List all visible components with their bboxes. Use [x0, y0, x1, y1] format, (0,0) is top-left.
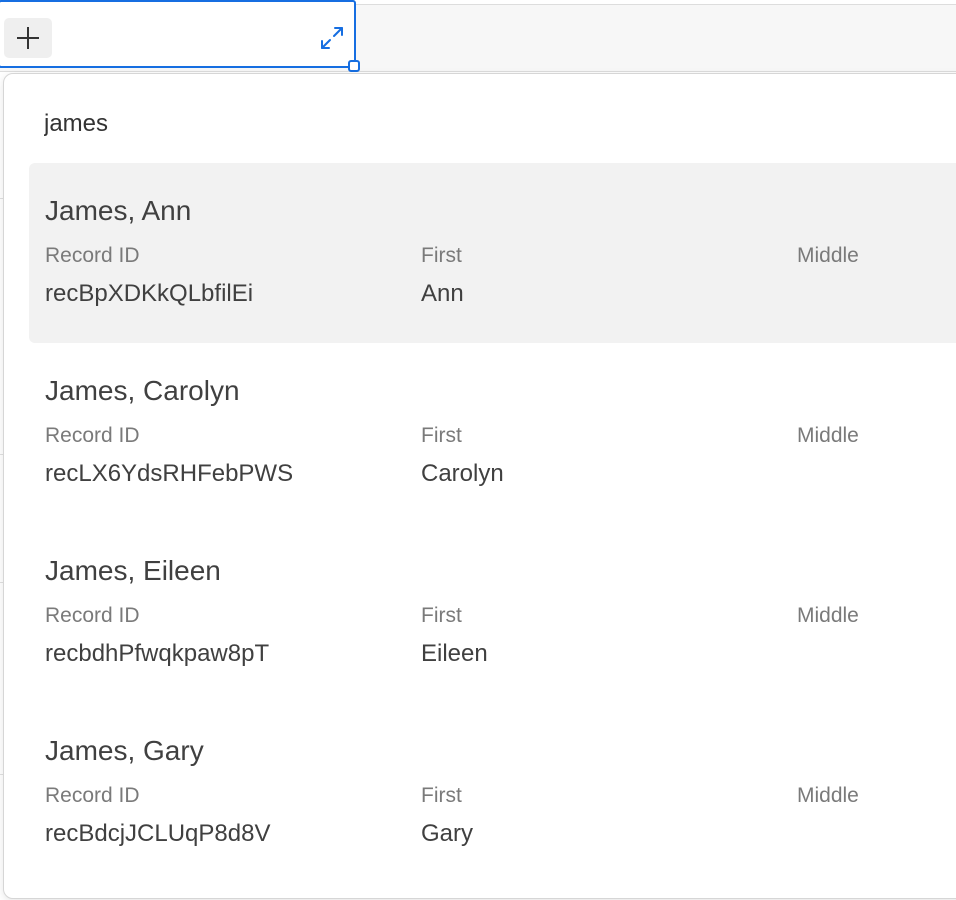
- search-result-item[interactable]: James, Eileen Record ID First Middle rec…: [29, 523, 956, 703]
- expand-arrows-icon: [321, 27, 343, 49]
- search-results-list: James, Ann Record ID First Middle recBpX…: [29, 163, 956, 883]
- first-label: First: [421, 244, 462, 267]
- add-record-button[interactable]: [4, 18, 52, 58]
- first-value: Eileen: [421, 640, 488, 667]
- middle-label: Middle: [797, 424, 859, 447]
- first-label: First: [421, 424, 462, 447]
- middle-label: Middle: [797, 784, 859, 807]
- record-search-input[interactable]: [44, 106, 924, 142]
- middle-label: Middle: [797, 244, 859, 267]
- screen: James, Ann Record ID First Middle recBpX…: [0, 0, 956, 900]
- record-search-dropdown: James, Ann Record ID First Middle recBpX…: [3, 73, 956, 899]
- record-id-value: recBdcjJCLUqP8d8V: [45, 820, 271, 847]
- result-title: James, Gary: [45, 735, 204, 766]
- result-title: James, Eileen: [45, 555, 221, 586]
- record-id-value: recBpXDKkQLbfilEi: [45, 280, 254, 307]
- record-id-label: Record ID: [45, 244, 140, 267]
- record-id-value: recLX6YdsRHFebPWS: [45, 460, 294, 487]
- first-value: Gary: [421, 820, 474, 847]
- record-id-label: Record ID: [45, 604, 140, 627]
- search-result-item[interactable]: James, Carolyn Record ID First Middle re…: [29, 343, 956, 523]
- record-id-label: Record ID: [45, 784, 140, 807]
- middle-label: Middle: [797, 604, 859, 627]
- cell-resize-handle[interactable]: [348, 60, 360, 72]
- search-result-item[interactable]: James, Gary Record ID First Middle recBd…: [29, 703, 956, 883]
- expand-cell-button[interactable]: [318, 24, 346, 52]
- record-id-value: recbdhPfwqkpaw8pT: [45, 640, 270, 667]
- first-label: First: [421, 604, 462, 627]
- first-value: Ann: [421, 280, 464, 307]
- result-title: James, Ann: [45, 195, 192, 226]
- result-title: James, Carolyn: [45, 375, 240, 406]
- first-label: First: [421, 784, 462, 807]
- search-result-item[interactable]: James, Ann Record ID First Middle recBpX…: [29, 163, 956, 343]
- first-value: Carolyn: [421, 460, 504, 487]
- linked-record-cell[interactable]: [0, 0, 356, 68]
- plus-icon: [17, 27, 39, 49]
- record-id-label: Record ID: [45, 424, 140, 447]
